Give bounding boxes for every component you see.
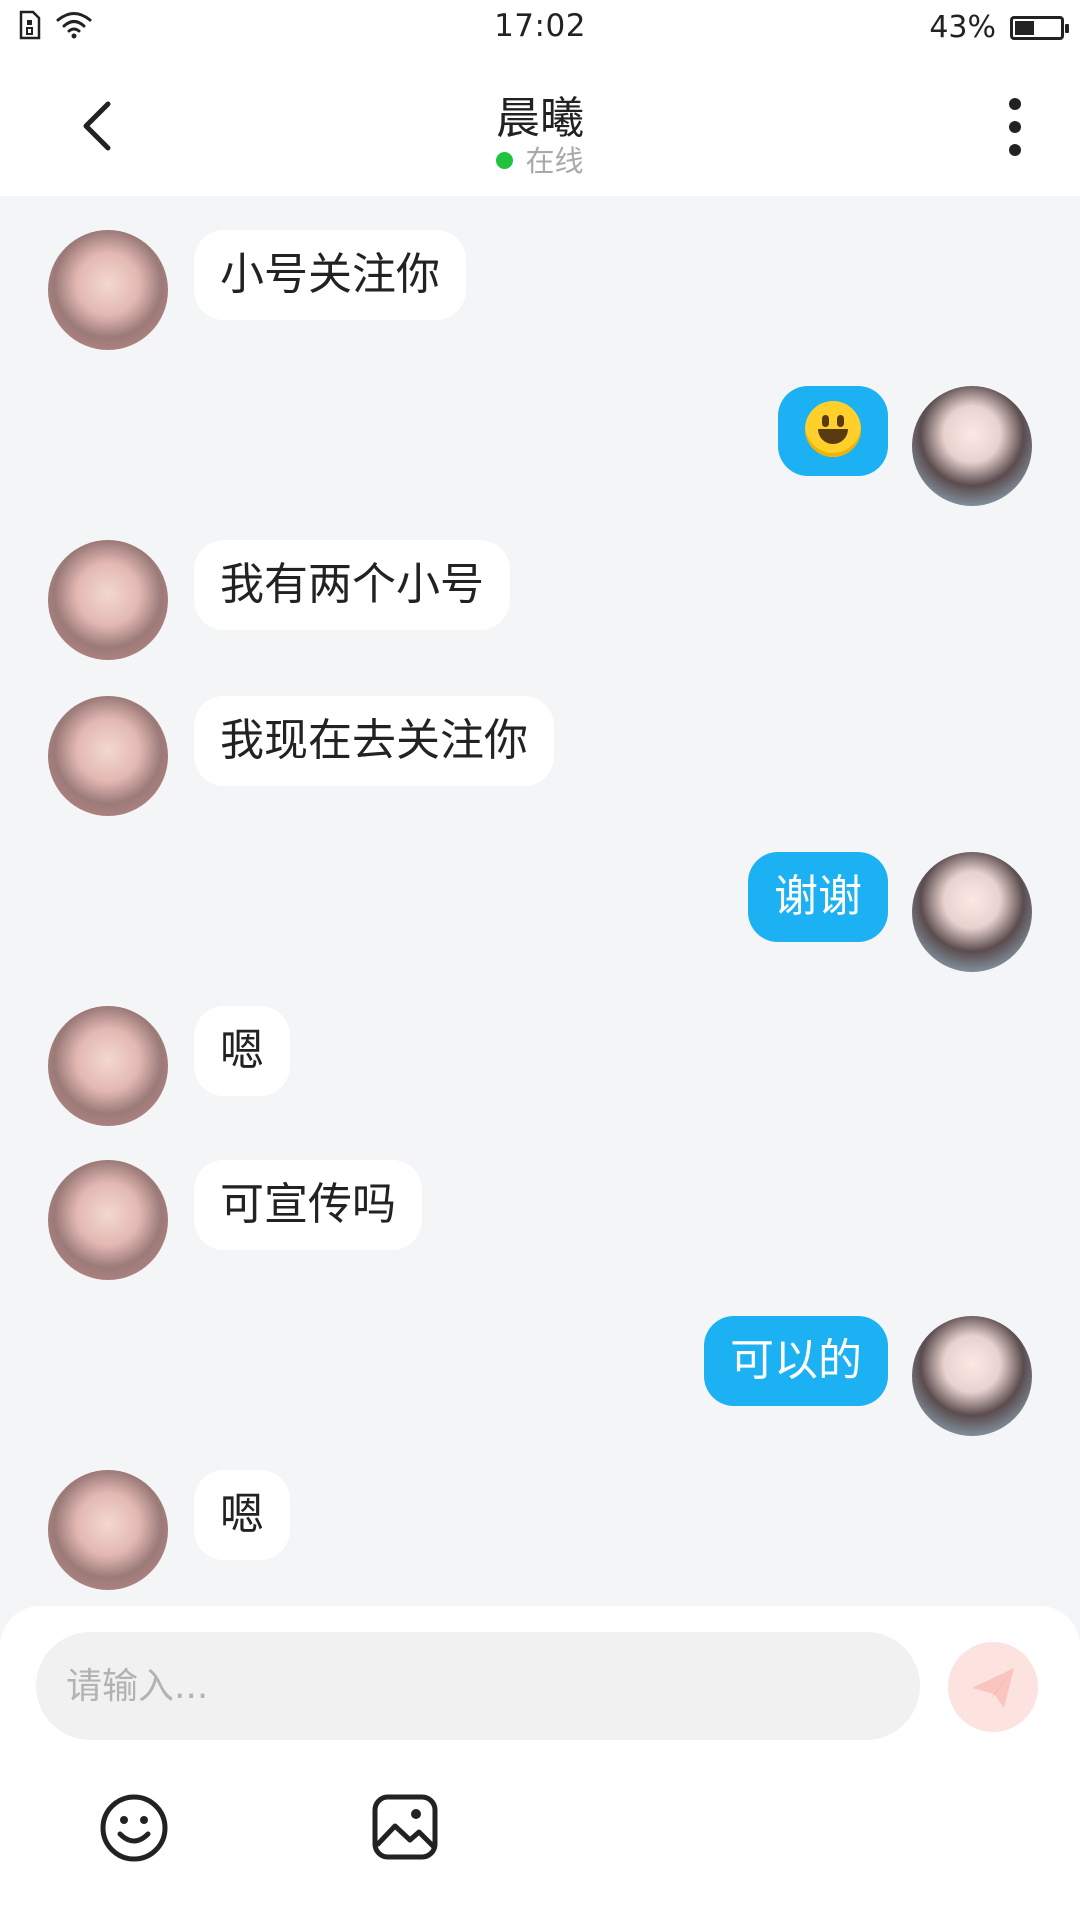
message-incoming: 嗯	[0, 1470, 1080, 1590]
message-incoming: 我现在去关注你	[0, 696, 1080, 816]
emoji-button[interactable]	[98, 1792, 170, 1864]
online-status: 在线	[0, 138, 1080, 180]
battery-percent: 43%	[929, 10, 996, 45]
message-bubble[interactable]: 我现在去关注你	[194, 696, 554, 786]
send-button[interactable]	[948, 1642, 1038, 1732]
avatar[interactable]	[912, 1316, 1032, 1436]
battery-level	[1015, 20, 1034, 35]
avatar[interactable]	[912, 852, 1032, 972]
chat-screen: 17:02 43% 晨曦 在线 小号关注你 我有两个小号 我现在去关注你 谢谢 …	[0, 0, 1080, 1920]
send-icon	[972, 1668, 1014, 1708]
message-bubble[interactable]: 小号关注你	[194, 230, 466, 320]
emoji-icon	[100, 1794, 168, 1862]
online-status-text: 在线	[525, 144, 584, 178]
online-dot-icon	[496, 152, 514, 169]
chat-header: 晨曦 在线	[0, 56, 1080, 196]
image-button[interactable]	[370, 1792, 440, 1862]
message-incoming: 嗯	[0, 1006, 1080, 1126]
avatar[interactable]	[48, 696, 168, 816]
message-input[interactable]	[36, 1632, 920, 1740]
message-bubble[interactable]: 我有两个小号	[194, 540, 510, 630]
message-incoming: 我有两个小号	[0, 540, 1080, 660]
message-outgoing	[0, 386, 1080, 506]
message-bubble[interactable]: 谢谢	[748, 852, 888, 942]
battery-icon	[1010, 15, 1069, 40]
message-outgoing: 可以的	[0, 1316, 1080, 1436]
message-outgoing: 谢谢	[0, 852, 1080, 972]
more-vertical-icon	[1009, 98, 1021, 156]
message-incoming: 小号关注你	[0, 230, 1080, 350]
avatar[interactable]	[48, 1160, 168, 1280]
contact-name: 晨曦	[496, 93, 584, 144]
avatar[interactable]	[48, 230, 168, 350]
status-icons-right: 43%	[929, 10, 1069, 45]
message-list[interactable]: 小号关注你 我有两个小号 我现在去关注你 谢谢 嗯 可宣传吗 可以的 嗯	[0, 196, 1080, 1606]
composer-bar	[0, 1606, 1080, 1920]
image-icon	[372, 1794, 438, 1860]
smiley-emoji-icon	[805, 401, 861, 457]
status-bar: 17:02 43%	[0, 0, 1080, 56]
avatar[interactable]	[48, 1470, 168, 1590]
status-time: 17:02	[494, 8, 586, 44]
message-bubble[interactable]: 可宣传吗	[194, 1160, 422, 1250]
more-options-button[interactable]	[990, 92, 1040, 162]
avatar[interactable]	[48, 540, 168, 660]
message-bubble[interactable]: 嗯	[194, 1470, 290, 1560]
avatar[interactable]	[48, 1006, 168, 1126]
message-bubble[interactable]: 可以的	[704, 1316, 888, 1406]
avatar[interactable]	[912, 386, 1032, 506]
message-bubble[interactable]: 嗯	[194, 1006, 290, 1096]
message-bubble[interactable]	[778, 386, 888, 476]
message-incoming: 可宣传吗	[0, 1160, 1080, 1280]
